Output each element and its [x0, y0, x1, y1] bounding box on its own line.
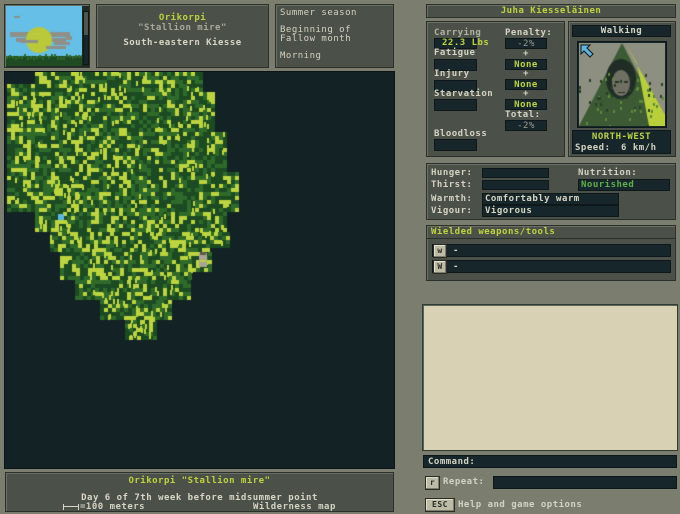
repeat-field[interactable]: [493, 476, 677, 489]
fatigue-label: Fatigue: [434, 48, 476, 58]
starvation-penalty: None: [505, 99, 547, 110]
weapons-panel: Wielded weapons/tools w - W -: [426, 225, 676, 281]
help-label[interactable]: Help and game options: [458, 500, 582, 510]
command-input[interactable]: Command:: [423, 455, 677, 468]
sun-behind-clouds-icon: [6, 6, 82, 66]
carrying-value: 22.3 Lbs: [442, 38, 490, 48]
map-footer-panel: Orikorpi "Stallion mire" Day 6 of 7th we…: [5, 472, 394, 512]
weapons-title: Wielded weapons/tools: [431, 227, 556, 237]
location-region: South-eastern Kiesse: [123, 38, 242, 48]
character-name-panel: Juha Kiesseläinen: [426, 4, 676, 18]
plus-sign: +: [523, 49, 529, 59]
direction-box: NORTH-WEST Speed: 6 km/h: [572, 130, 671, 154]
movement-mode[interactable]: Walking: [572, 25, 671, 37]
warmth-label: Warmth:: [431, 194, 473, 204]
character-name: Juha Kiesseläinen: [500, 6, 602, 16]
weapons-divider: [427, 238, 675, 239]
vigour-value: Vigorous: [482, 205, 619, 217]
speed-label: Speed:: [575, 143, 611, 153]
weapon-slot-1[interactable]: w -: [432, 244, 671, 258]
map-terrain[interactable]: [5, 72, 394, 468]
nutrition-value: Nourished: [578, 179, 670, 191]
scale-label: =100 meters: [80, 502, 146, 512]
weapon-slot-1-key[interactable]: w: [433, 244, 447, 258]
message-log[interactable]: [422, 304, 678, 451]
map-type-label: Wilderness map: [253, 502, 336, 512]
month-text-line2: Fallow month: [280, 34, 352, 44]
bloodloss-field: [434, 139, 477, 151]
weapon-slot-2-value: -: [453, 262, 459, 272]
weapon-slot-2[interactable]: W -: [432, 260, 671, 274]
condition-panel: Hunger: Thirst: Nutrition: Nourished War…: [426, 163, 676, 220]
injury-label: Injury: [434, 69, 470, 79]
bloodloss-label: Bloodloss: [434, 129, 488, 139]
total-value: -2%: [505, 120, 547, 131]
weapon-slot-2-key[interactable]: W: [433, 260, 447, 274]
starvation-label: Starvation: [434, 89, 494, 99]
plus-sign: +: [523, 69, 529, 79]
speed-value: 6 km/h: [621, 143, 657, 153]
portrait-panel: Walking NORTH-WEST Speed: 6 km/h: [568, 21, 676, 157]
weather-panel: [4, 4, 90, 68]
time-of-day-text: Morning: [280, 51, 322, 61]
thirst-field: [482, 180, 549, 190]
thirst-label: Thirst:: [431, 180, 473, 190]
load-penalty-panel: Carrying 22.3 Lbs Penalty: -2% Fatigue +…: [426, 21, 565, 157]
command-label: Command:: [428, 457, 476, 467]
carrying-label: Carrying: [434, 28, 482, 38]
daylight-gauge-fill: [84, 35, 88, 64]
penalty-label: Penalty:: [505, 28, 553, 38]
hunger-field: [482, 168, 549, 178]
starvation-field: [434, 99, 477, 111]
wilderness-map[interactable]: [4, 71, 395, 469]
time-panel: Summer season Beginning of Fallow month …: [275, 4, 394, 68]
help-esc-button[interactable]: ESC: [425, 498, 455, 512]
penalty-value: -2%: [505, 38, 547, 49]
location-panel: Orikorpi "Stallion mire" South-eastern K…: [96, 4, 269, 68]
direction-text: NORTH-WEST: [591, 132, 652, 142]
repeat-label: Repeat:: [443, 477, 485, 487]
plus-sign: +: [523, 89, 529, 99]
season-text: Summer season: [280, 8, 357, 18]
north-west-arrow-icon: [580, 44, 594, 58]
hunger-label: Hunger:: [431, 168, 473, 178]
total-label: Total:: [505, 110, 541, 120]
nutrition-label: Nutrition:: [578, 168, 638, 178]
weapon-slot-1-value: -: [453, 246, 459, 256]
warmth-value: Comfortably warm: [482, 193, 619, 205]
daylight-gauge: [83, 11, 89, 65]
character-portrait: [577, 41, 667, 128]
vigour-label: Vigour:: [431, 206, 473, 216]
repeat-key-button[interactable]: r: [425, 476, 440, 490]
location-name: Orikorpi: [158, 13, 207, 23]
scale-bar-icon: [63, 504, 79, 510]
map-footer-place: Orikorpi "Stallion mire": [128, 476, 271, 486]
location-nickname: "Stallion mire": [138, 23, 227, 33]
